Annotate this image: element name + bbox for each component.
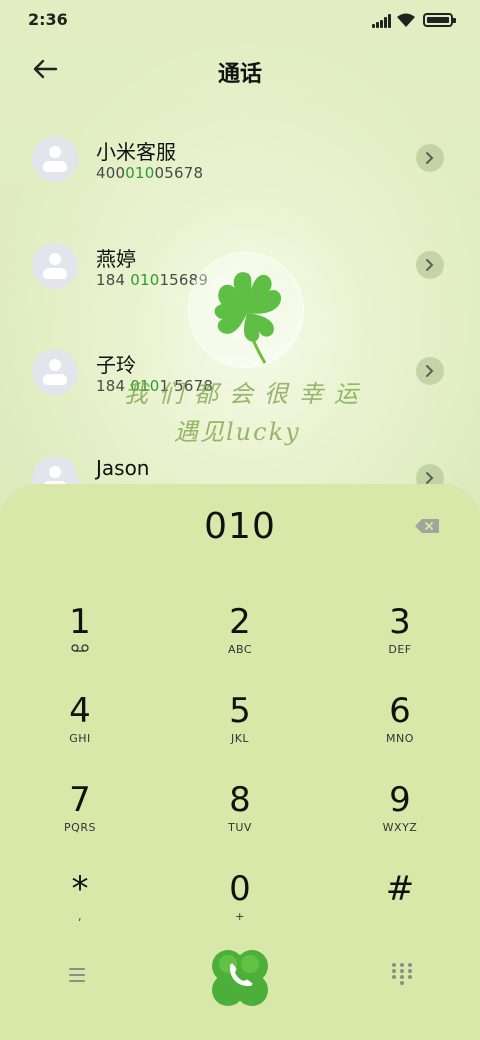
key-8[interactable]: 8 TUV: [180, 780, 300, 860]
call-button[interactable]: [206, 944, 274, 1012]
key-2[interactable]: 2 ABC: [180, 602, 300, 682]
contact-name: 小米客服: [96, 140, 176, 164]
dial-input[interactable]: 010: [0, 506, 480, 547]
key-4[interactable]: 4 GHI: [20, 691, 140, 771]
wifi-icon: [397, 13, 415, 27]
avatar: [32, 136, 78, 182]
watermark-slogan-line2: 遇见lucky: [174, 418, 301, 446]
chevron-right-icon: [426, 365, 434, 377]
key-6[interactable]: 6 MNO: [340, 691, 460, 771]
key-1[interactable]: 1: [20, 602, 140, 682]
avatar: [32, 243, 78, 289]
chevron-right-icon: [426, 152, 434, 164]
backspace-icon[interactable]: [414, 518, 440, 534]
key-3[interactable]: 3 DEF: [340, 602, 460, 682]
avatar: [32, 349, 78, 395]
list-item[interactable]: 小米客服 40001005678: [0, 108, 480, 208]
contact-name: Jason: [96, 456, 150, 480]
key-7[interactable]: 7 PQRS: [20, 780, 140, 860]
voicemail-icon: [71, 644, 89, 652]
contact-number: 40001005678: [96, 164, 204, 182]
dialer-panel: 010 1 2 ABC 3 DEF 4 GHI 5 JKL 6 MNO 7 PQRS 8 TU…: [0, 484, 480, 1040]
dialpad-icon[interactable]: [390, 962, 414, 986]
page-title: 通话: [217, 62, 262, 87]
key-9[interactable]: 9 WXYZ: [340, 780, 460, 860]
clover-bubble-decoration: [188, 252, 304, 368]
contact-detail-button[interactable]: [416, 144, 444, 172]
contact-name: 燕婷: [96, 247, 136, 271]
dialer-bottom-bar: [0, 936, 480, 1016]
clover-icon: [214, 272, 282, 364]
watermark-slogan-line1: 我们都会很幸运: [124, 380, 369, 408]
contact-detail-button[interactable]: [416, 357, 444, 385]
battery-icon: [423, 13, 456, 27]
header: 通话: [0, 40, 480, 102]
menu-button[interactable]: [66, 964, 90, 986]
clover-call-icon: [212, 950, 268, 1006]
contact-number: 184 01015689: [96, 271, 209, 289]
contact-detail-button[interactable]: [416, 251, 444, 279]
chevron-right-icon: [426, 259, 434, 271]
chevron-right-icon: [426, 472, 434, 484]
key-5[interactable]: 5 JKL: [180, 691, 300, 771]
status-bar: 2:36: [0, 0, 480, 40]
status-time: 2:36: [28, 10, 68, 29]
signal-icon: [372, 14, 392, 28]
